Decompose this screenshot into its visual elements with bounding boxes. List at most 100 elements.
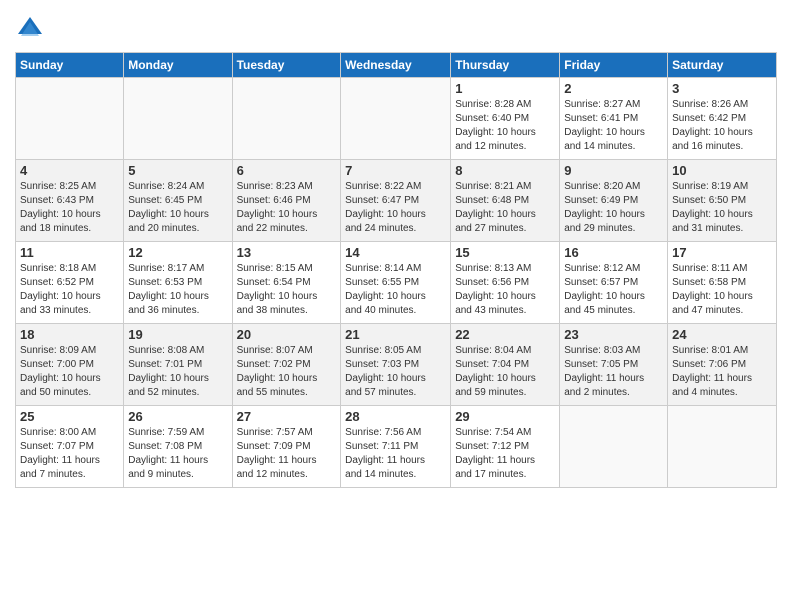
day-info: Sunrise: 8:17 AM Sunset: 6:53 PM Dayligh… [128, 262, 227, 318]
calendar-cell: 18 Sunrise: 8:09 AM Sunset: 7:00 PM Dayli… [16, 324, 124, 406]
calendar-week-2: 4 Sunrise: 8:25 AM Sunset: 6:43 PM Daylig… [16, 160, 777, 242]
day-number: 14 [345, 245, 446, 260]
page: SundayMondayTuesdayWednesdayThursdayFrid… [0, 0, 792, 612]
day-info: Sunrise: 8:03 AM Sunset: 7:05 PM Dayligh… [564, 344, 663, 400]
day-info: Sunrise: 8:27 AM Sunset: 6:41 PM Dayligh… [564, 98, 663, 154]
weekday-header-thursday: Thursday [451, 53, 560, 78]
day-number: 6 [237, 163, 337, 178]
calendar-cell: 11Sunrise: 8:18 AM Sunset: 6:52 PM Dayli… [16, 242, 124, 324]
day-number: 12 [128, 245, 227, 260]
day-number: 27 [237, 409, 337, 424]
day-number: 25 [20, 409, 119, 424]
day-info: Sunrise: 8:20 AM Sunset: 6:49 PM Dayligh… [564, 180, 663, 236]
weekday-header-row: SundayMondayTuesdayWednesdayThursdayFrid… [16, 53, 777, 78]
day-number: 21 [345, 327, 446, 342]
day-number: 17 [672, 245, 772, 260]
day-number: 7 [345, 163, 446, 178]
day-info: Sunrise: 8:05 AM Sunset: 7:03 PM Dayligh… [345, 344, 446, 400]
calendar-cell: 1 Sunrise: 8:28 AM Sunset: 6:40 PM Daylig… [451, 78, 560, 160]
weekday-header-tuesday: Tuesday [232, 53, 341, 78]
day-number: 20 [237, 327, 337, 342]
day-info: Sunrise: 8:12 AM Sunset: 6:57 PM Dayligh… [564, 262, 663, 318]
weekday-header-monday: Monday [124, 53, 232, 78]
calendar-cell: 8 Sunrise: 8:21 AM Sunset: 6:48 PM Daylig… [451, 160, 560, 242]
day-info: Sunrise: 8:19 AM Sunset: 6:50 PM Dayligh… [672, 180, 772, 236]
calendar-week-5: 25 Sunrise: 8:00 AM Sunset: 7:07 PM Dayli… [16, 406, 777, 488]
day-info: Sunrise: 7:57 AM Sunset: 7:09 PM Dayligh… [237, 426, 337, 482]
day-info: Sunrise: 8:07 AM Sunset: 7:02 PM Dayligh… [237, 344, 337, 400]
calendar-cell: 23 Sunrise: 8:03 AM Sunset: 7:05 PM Dayli… [560, 324, 668, 406]
day-info: Sunrise: 8:22 AM Sunset: 6:47 PM Dayligh… [345, 180, 446, 236]
day-number: 16 [564, 245, 663, 260]
day-number: 1 [455, 81, 555, 96]
day-number: 10 [672, 163, 772, 178]
day-info: Sunrise: 7:56 AM Sunset: 7:11 PM Dayligh… [345, 426, 446, 482]
day-info: Sunrise: 8:00 AM Sunset: 7:07 PM Dayligh… [20, 426, 119, 482]
calendar-cell: 17 Sunrise: 8:11 AM Sunset: 6:58 PM Dayli… [668, 242, 777, 324]
calendar-cell: 20 Sunrise: 8:07 AM Sunset: 7:02 PM Dayli… [232, 324, 341, 406]
day-number: 26 [128, 409, 227, 424]
day-info: Sunrise: 8:28 AM Sunset: 6:40 PM Dayligh… [455, 98, 555, 154]
calendar-cell: 2 Sunrise: 8:27 AM Sunset: 6:41 PM Daylig… [560, 78, 668, 160]
weekday-header-friday: Friday [560, 53, 668, 78]
day-number: 24 [672, 327, 772, 342]
logo-icon [15, 14, 45, 44]
day-info: Sunrise: 8:23 AM Sunset: 6:46 PM Dayligh… [237, 180, 337, 236]
calendar-cell: 9 Sunrise: 8:20 AM Sunset: 6:49 PM Daylig… [560, 160, 668, 242]
day-number: 2 [564, 81, 663, 96]
weekday-header-wednesday: Wednesday [341, 53, 451, 78]
calendar-week-1: 1 Sunrise: 8:28 AM Sunset: 6:40 PM Daylig… [16, 78, 777, 160]
calendar-table: SundayMondayTuesdayWednesdayThursdayFrid… [15, 52, 777, 488]
calendar-cell: 15 Sunrise: 8:13 AM Sunset: 6:56 PM Dayli… [451, 242, 560, 324]
day-info: Sunrise: 8:01 AM Sunset: 7:06 PM Dayligh… [672, 344, 772, 400]
weekday-header-sunday: Sunday [16, 53, 124, 78]
day-info: Sunrise: 7:54 AM Sunset: 7:12 PM Dayligh… [455, 426, 555, 482]
calendar-cell [124, 78, 232, 160]
day-info: Sunrise: 8:25 AM Sunset: 6:43 PM Dayligh… [20, 180, 119, 236]
calendar-cell: 13 Sunrise: 8:15 AM Sunset: 6:54 PM Dayli… [232, 242, 341, 324]
calendar-week-3: 11Sunrise: 8:18 AM Sunset: 6:52 PM Dayli… [16, 242, 777, 324]
day-number: 29 [455, 409, 555, 424]
calendar-cell: 12 Sunrise: 8:17 AM Sunset: 6:53 PM Dayli… [124, 242, 232, 324]
day-info: Sunrise: 7:59 AM Sunset: 7:08 PM Dayligh… [128, 426, 227, 482]
calendar-cell: 5 Sunrise: 8:24 AM Sunset: 6:45 PM Daylig… [124, 160, 232, 242]
day-number: 8 [455, 163, 555, 178]
calendar-cell: 22 Sunrise: 8:04 AM Sunset: 7:04 PM Dayli… [451, 324, 560, 406]
calendar-cell: 25 Sunrise: 8:00 AM Sunset: 7:07 PM Dayli… [16, 406, 124, 488]
calendar-cell: 6 Sunrise: 8:23 AM Sunset: 6:46 PM Daylig… [232, 160, 341, 242]
day-number: 22 [455, 327, 555, 342]
day-number: 11 [20, 245, 119, 260]
calendar-cell: 4 Sunrise: 8:25 AM Sunset: 6:43 PM Daylig… [16, 160, 124, 242]
calendar-cell: 27 Sunrise: 7:57 AM Sunset: 7:09 PM Dayli… [232, 406, 341, 488]
day-info: Sunrise: 8:21 AM Sunset: 6:48 PM Dayligh… [455, 180, 555, 236]
calendar-cell [232, 78, 341, 160]
day-number: 4 [20, 163, 119, 178]
day-info: Sunrise: 8:08 AM Sunset: 7:01 PM Dayligh… [128, 344, 227, 400]
day-info: Sunrise: 8:26 AM Sunset: 6:42 PM Dayligh… [672, 98, 772, 154]
header [15, 10, 777, 44]
day-info: Sunrise: 8:15 AM Sunset: 6:54 PM Dayligh… [237, 262, 337, 318]
calendar-cell [16, 78, 124, 160]
day-number: 28 [345, 409, 446, 424]
calendar-cell: 21 Sunrise: 8:05 AM Sunset: 7:03 PM Dayli… [341, 324, 451, 406]
day-number: 13 [237, 245, 337, 260]
day-number: 15 [455, 245, 555, 260]
calendar-cell: 19Sunrise: 8:08 AM Sunset: 7:01 PM Dayli… [124, 324, 232, 406]
day-number: 5 [128, 163, 227, 178]
day-number: 3 [672, 81, 772, 96]
day-number: 9 [564, 163, 663, 178]
day-info: Sunrise: 8:09 AM Sunset: 7:00 PM Dayligh… [20, 344, 119, 400]
calendar-cell: 10 Sunrise: 8:19 AM Sunset: 6:50 PM Dayli… [668, 160, 777, 242]
day-info: Sunrise: 8:04 AM Sunset: 7:04 PM Dayligh… [455, 344, 555, 400]
calendar-cell: 28 Sunrise: 7:56 AM Sunset: 7:11 PM Dayli… [341, 406, 451, 488]
calendar-cell: 16 Sunrise: 8:12 AM Sunset: 6:57 PM Dayli… [560, 242, 668, 324]
day-info: Sunrise: 8:11 AM Sunset: 6:58 PM Dayligh… [672, 262, 772, 318]
calendar-cell: 29 Sunrise: 7:54 AM Sunset: 7:12 PM Dayli… [451, 406, 560, 488]
day-number: 18 [20, 327, 119, 342]
day-info: Sunrise: 8:13 AM Sunset: 6:56 PM Dayligh… [455, 262, 555, 318]
calendar-cell: 14Sunrise: 8:14 AM Sunset: 6:55 PM Dayli… [341, 242, 451, 324]
day-info: Sunrise: 8:24 AM Sunset: 6:45 PM Dayligh… [128, 180, 227, 236]
day-number: 23 [564, 327, 663, 342]
logo [15, 14, 49, 44]
calendar-cell: 7 Sunrise: 8:22 AM Sunset: 6:47 PM Daylig… [341, 160, 451, 242]
